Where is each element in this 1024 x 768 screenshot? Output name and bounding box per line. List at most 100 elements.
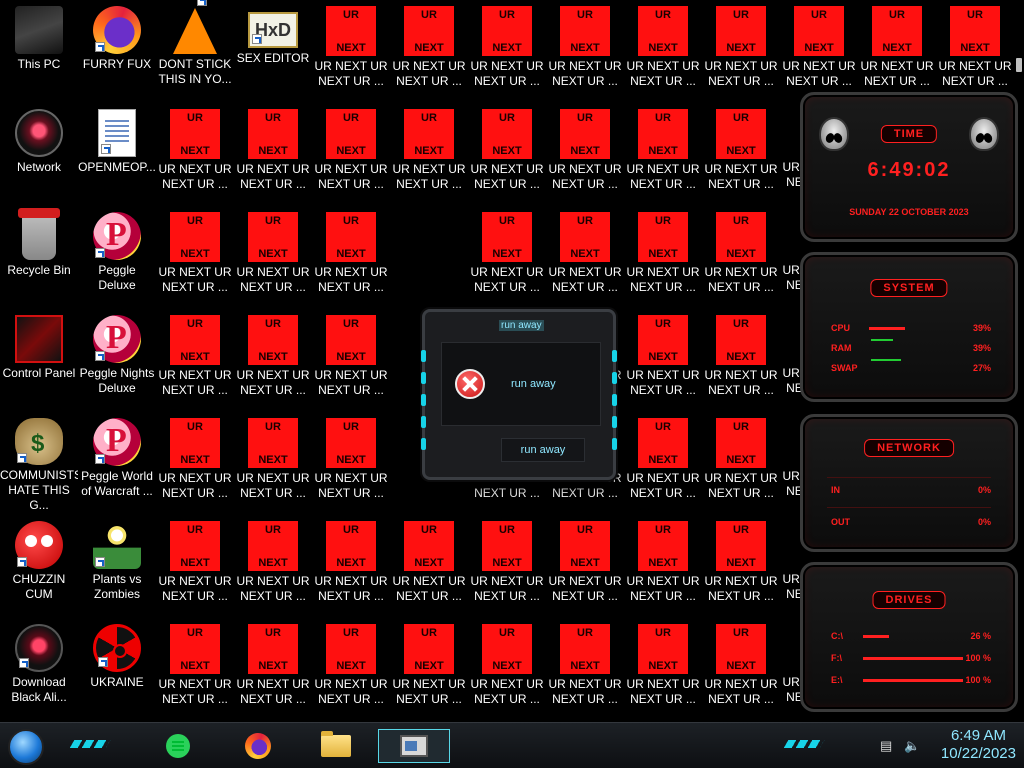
desktop-icon[interactable]: Recycle Bin	[0, 206, 78, 306]
error-dialog[interactable]: run away run away run away	[421, 309, 617, 480]
red-square-icon: UR NEXT	[404, 109, 454, 159]
ur-next-icon[interactable]: UR NEXT UR NEXT UR NEXT UR ...	[156, 309, 234, 409]
ur-next-icon[interactable]: UR NEXT UR NEXT UR NEXT UR ...	[156, 412, 234, 512]
next-text: NEXT	[492, 660, 522, 672]
taskbar-clock[interactable]: 6:49 AM 10/22/2023	[941, 727, 1016, 763]
ur-next-icon[interactable]: UR NEXT UR NEXT UR NEXT UR ...	[702, 515, 780, 615]
red-square-icon: UR NEXT	[560, 6, 610, 56]
desktop-icon[interactable]: Peggle World of Warcraft ...	[78, 412, 156, 512]
ur-next-icon[interactable]: UR NEXT UR NEXT UR NEXT UR ...	[390, 618, 468, 718]
red-square-icon: UR NEXT	[248, 521, 298, 571]
start-button[interactable]	[8, 729, 44, 765]
ur-next-icon[interactable]: UR NEXT UR NEXT UR NEXT UR ...	[624, 412, 702, 512]
ur-next-icon[interactable]: UR NEXT UR NEXT UR NEXT UR ...	[624, 103, 702, 203]
ur-next-icon[interactable]: UR NEXT UR NEXT UR NEXT UR ...	[390, 515, 468, 615]
ur-next-icon[interactable]: UR NEXT UR NEXT UR NEXT UR ...	[312, 0, 390, 100]
notes-app-icon[interactable]	[160, 729, 196, 763]
ur-next-icon[interactable]: UR NEXT UR NEXT UR NEXT UR ...	[234, 309, 312, 409]
scrollbar-hint[interactable]	[1016, 58, 1022, 72]
ur-next-icon[interactable]: UR NEXT UR NEXT UR NEXT UR ...	[234, 515, 312, 615]
ur-next-icon[interactable]: UR NEXT UR NEXT UR NEXT UR ...	[624, 0, 702, 100]
ur-next-icon[interactable]: UR NEXT UR NEXT UR NEXT UR ...	[858, 0, 936, 100]
ur-next-icon[interactable]: UR NEXT UR NEXT UR NEXT UR ...	[390, 0, 468, 100]
ur-next-icon[interactable]: UR NEXT UR NEXT UR NEXT UR ...	[312, 309, 390, 409]
next-text: NEXT	[258, 454, 288, 466]
red-square-icon: UR NEXT	[482, 521, 532, 571]
ur-next-icon[interactable]: UR NEXT UR NEXT UR NEXT UR ...	[390, 103, 468, 203]
desktop-icon[interactable]: CHUZZIN CUM	[0, 515, 78, 615]
ur-next-icon[interactable]: UR NEXT UR NEXT UR NEXT UR ...	[936, 0, 1014, 100]
ur-next-icon[interactable]: UR NEXT UR NEXT UR NEXT UR ...	[546, 515, 624, 615]
ur-next-icon[interactable]: UR NEXT UR NEXT UR NEXT UR ...	[312, 412, 390, 512]
ur-next-icon[interactable]: UR NEXT UR NEXT UR NEXT UR ...	[702, 206, 780, 306]
ur-next-icon[interactable]: UR NEXT UR NEXT UR NEXT UR ...	[312, 515, 390, 615]
ur-next-icon[interactable]: UR NEXT UR NEXT UR NEXT UR ...	[702, 618, 780, 718]
ur-text: UR	[499, 627, 515, 639]
ur-next-icon[interactable]: UR NEXT UR NEXT UR NEXT UR ...	[234, 103, 312, 203]
desktop-icon-label: UR NEXT UR NEXT UR ...	[704, 368, 778, 397]
next-text: NEXT	[336, 351, 366, 363]
ur-next-icon[interactable]: UR NEXT UR NEXT UR NEXT UR ...	[468, 206, 546, 306]
desktop-icon[interactable]: Peggle Nights Deluxe	[78, 309, 156, 409]
red-square-icon: UR NEXT	[560, 109, 610, 159]
ur-next-icon[interactable]: UR NEXT UR NEXT UR NEXT UR ...	[624, 206, 702, 306]
desktop-icon[interactable]: UKRAINE	[78, 618, 156, 718]
desktop-icon[interactable]: Peggle Deluxe	[78, 206, 156, 306]
ur-next-icon[interactable]: UR NEXT UR NEXT UR NEXT UR ...	[312, 618, 390, 718]
ur-next-icon[interactable]: UR NEXT UR NEXT UR NEXT UR ...	[312, 103, 390, 203]
next-text: NEXT	[258, 660, 288, 672]
ur-next-icon[interactable]: UR NEXT UR NEXT UR NEXT UR ...	[546, 618, 624, 718]
desktop-icon-label: UR NEXT UR NEXT UR ...	[704, 162, 778, 191]
next-text: NEXT	[258, 248, 288, 260]
volume-icon[interactable]: 🔈	[904, 738, 920, 754]
ur-next-icon[interactable]: UR NEXT UR NEXT UR NEXT UR ...	[234, 206, 312, 306]
ur-next-icon[interactable]: UR NEXT UR NEXT UR NEXT UR ...	[546, 103, 624, 203]
ur-next-icon[interactable]: UR NEXT UR NEXT UR NEXT UR ...	[546, 0, 624, 100]
firefox-icon	[93, 6, 141, 54]
ur-next-icon[interactable]: UR NEXT UR NEXT UR NEXT UR ...	[468, 0, 546, 100]
red-square-icon: UR NEXT	[638, 521, 688, 571]
ur-next-icon[interactable]: UR NEXT UR NEXT UR NEXT UR ...	[468, 515, 546, 615]
desktop-icon[interactable]: This PC	[0, 0, 78, 100]
ur-next-icon[interactable]: UR NEXT UR NEXT UR NEXT UR ...	[702, 103, 780, 203]
radiation-icon	[93, 624, 141, 672]
ur-next-icon[interactable]: UR NEXT UR NEXT UR NEXT UR ...	[234, 412, 312, 512]
desktop-icon[interactable]: Control Panel	[0, 309, 78, 409]
ur-next-icon[interactable]: UR NEXT UR NEXT UR NEXT UR ...	[546, 206, 624, 306]
dialog-notch	[421, 438, 426, 450]
desktop-icon[interactable]: Download Black Ali...	[0, 618, 78, 718]
network-tray-icon[interactable]: ▤	[880, 738, 892, 754]
red-square-icon: UR NEXT	[326, 521, 376, 571]
desktop-icon[interactable]: HxD SEX EDITOR	[234, 0, 312, 100]
ur-next-icon[interactable]: UR NEXT UR NEXT UR NEXT UR ...	[468, 103, 546, 203]
desktop-icon[interactable]: Network	[0, 103, 78, 203]
file-explorer-taskbar-button[interactable]	[318, 729, 354, 763]
ur-next-icon[interactable]: UR NEXT UR NEXT UR NEXT UR ...	[624, 618, 702, 718]
run-away-button[interactable]: run away	[501, 438, 585, 462]
active-window-taskbar-button[interactable]	[378, 729, 450, 763]
desktop-icon[interactable]: OPENMEOP...	[78, 103, 156, 203]
ur-next-icon[interactable]: UR NEXT UR NEXT UR NEXT UR ...	[780, 0, 858, 100]
ur-next-icon[interactable]: UR NEXT UR NEXT UR NEXT UR ...	[702, 309, 780, 409]
ur-text: UR	[265, 215, 281, 227]
ur-next-icon[interactable]: UR NEXT UR NEXT UR NEXT UR ...	[156, 618, 234, 718]
ur-next-icon[interactable]: UR NEXT UR NEXT UR NEXT UR ...	[234, 618, 312, 718]
ur-next-icon[interactable]: UR NEXT UR NEXT UR NEXT UR ...	[156, 515, 234, 615]
dialog-notch	[612, 416, 617, 428]
desktop-icon[interactable]: COMMUNISTS HATE THIS G...	[0, 412, 78, 512]
ur-next-icon[interactable]: UR NEXT UR NEXT UR NEXT UR ...	[702, 412, 780, 512]
desktop-icon[interactable]: DONT STICK THIS IN YO...	[156, 0, 234, 100]
ur-next-icon[interactable]: UR NEXT UR NEXT UR NEXT UR ...	[468, 618, 546, 718]
ur-next-icon[interactable]: UR NEXT UR NEXT UR NEXT UR ...	[624, 515, 702, 615]
firefox-taskbar-button[interactable]	[240, 729, 276, 763]
ur-next-icon[interactable]: UR NEXT UR NEXT UR NEXT UR ...	[156, 103, 234, 203]
desktop-icon[interactable]: FURRY FUX	[78, 0, 156, 100]
next-text: NEXT	[336, 454, 366, 466]
next-text: NEXT	[726, 248, 756, 260]
ur-next-icon[interactable]: UR NEXT UR NEXT UR NEXT UR ...	[312, 206, 390, 306]
ur-text: UR	[655, 627, 671, 639]
desktop-icon[interactable]: Plants vs Zombies	[78, 515, 156, 615]
ur-next-icon[interactable]: UR NEXT UR NEXT UR NEXT UR ...	[156, 206, 234, 306]
ur-next-icon[interactable]: UR NEXT UR NEXT UR NEXT UR ...	[624, 309, 702, 409]
ur-next-icon[interactable]: UR NEXT UR NEXT UR NEXT UR ...	[702, 0, 780, 100]
